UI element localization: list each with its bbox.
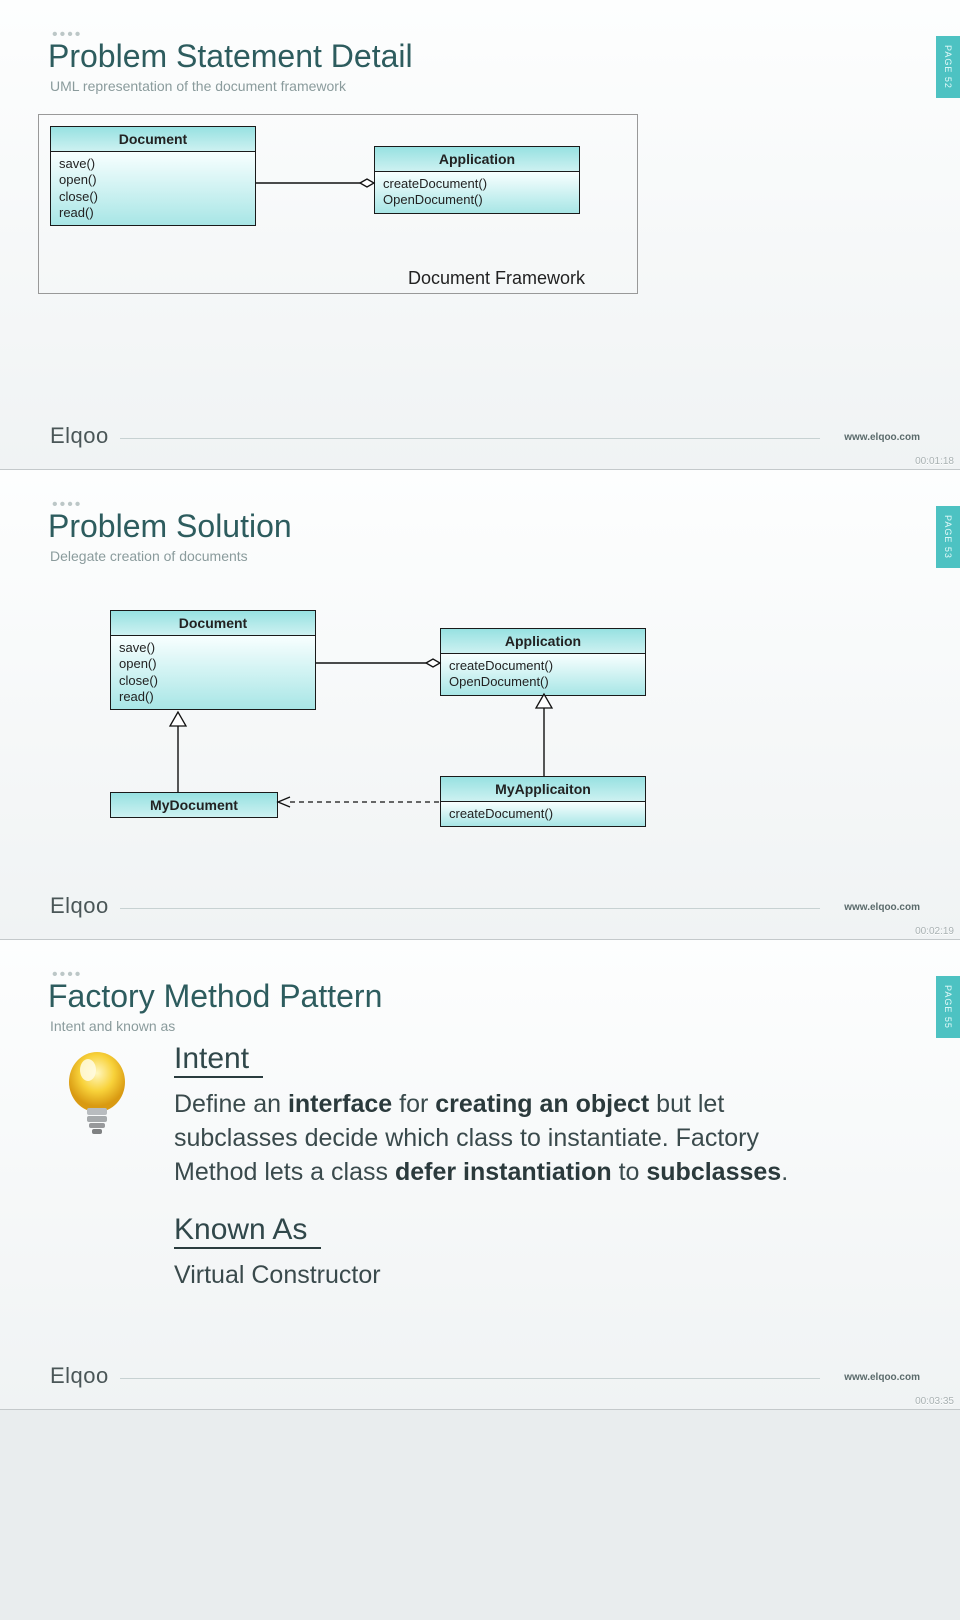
uml-class-name: Application <box>375 147 579 172</box>
uml-class-name: Application <box>441 629 645 654</box>
uml-class-myapplication: MyApplicaiton createDocument() <box>440 776 646 827</box>
uml-class-name: Document <box>51 127 255 152</box>
uml-class-name: MyApplicaiton <box>441 777 645 802</box>
slide-52: •••• Problem Statement Detail UML repres… <box>0 0 960 470</box>
uml-generalization <box>168 712 188 792</box>
slide-body: Intent Define an interface for creating … <box>174 1042 814 1293</box>
timestamp: 00:02:19 <box>915 926 954 937</box>
frame-label: Document Framework <box>408 268 585 289</box>
footer-rule <box>120 1378 820 1379</box>
footer-rule <box>120 438 820 439</box>
slide-55: •••• Factory Method Pattern Intent and k… <box>0 940 960 1410</box>
uml-dependency <box>278 796 440 808</box>
uml-class-mydocument: MyDocument <box>110 792 278 818</box>
uml-aggregation-connector <box>256 176 374 196</box>
intent-text: Define an interface for creating an obje… <box>174 1088 814 1189</box>
brand-logo: Elqoo <box>50 423 109 449</box>
uml-class-application: Application createDocument() OpenDocumen… <box>374 146 580 214</box>
uml-aggregation-connector <box>316 656 440 676</box>
timestamp: 00:03:35 <box>915 1396 954 1407</box>
uml-class-document: Document save() open() close() read() <box>110 610 316 710</box>
brand-logo: Elqoo <box>50 893 109 919</box>
slide-title: Problem Statement Detail <box>48 38 413 75</box>
brand-logo: Elqoo <box>50 1363 109 1389</box>
slide-subtitle: UML representation of the document frame… <box>50 78 346 94</box>
slide-subtitle: Intent and known as <box>50 1018 175 1034</box>
slide-title: Problem Solution <box>48 508 292 545</box>
uml-methods: createDocument() OpenDocument() <box>441 654 645 695</box>
footer-url: www.elqoo.com <box>844 902 920 913</box>
uml-methods: createDocument() <box>441 802 645 826</box>
uml-methods: save() open() close() read() <box>111 636 315 709</box>
uml-generalization <box>534 694 554 776</box>
intent-heading: Intent <box>174 1042 263 1078</box>
known-as-text: Virtual Constructor <box>174 1259 814 1293</box>
uml-class-document: Document save() open() close() read() <box>50 126 256 226</box>
timestamp: 00:01:18 <box>915 456 954 467</box>
uml-class-application: Application createDocument() OpenDocumen… <box>440 628 646 696</box>
page-tab: PAGE 53 <box>936 506 960 568</box>
footer-url: www.elqoo.com <box>844 432 920 443</box>
page-tab: PAGE 55 <box>936 976 960 1038</box>
uml-class-name: MyDocument <box>111 793 277 817</box>
slide-title: Factory Method Pattern <box>48 978 382 1015</box>
uml-methods: save() open() close() read() <box>51 152 255 225</box>
footer-url: www.elqoo.com <box>844 1372 920 1383</box>
page-tab: PAGE 52 <box>936 36 960 98</box>
slide-53: •••• Problem Solution Delegate creation … <box>0 470 960 940</box>
uml-class-name: Document <box>111 611 315 636</box>
slide-subtitle: Delegate creation of documents <box>50 548 248 564</box>
footer-rule <box>120 908 820 909</box>
lightbulb-icon <box>62 1048 132 1138</box>
uml-methods: createDocument() OpenDocument() <box>375 172 579 213</box>
known-as-heading: Known As <box>174 1213 321 1249</box>
